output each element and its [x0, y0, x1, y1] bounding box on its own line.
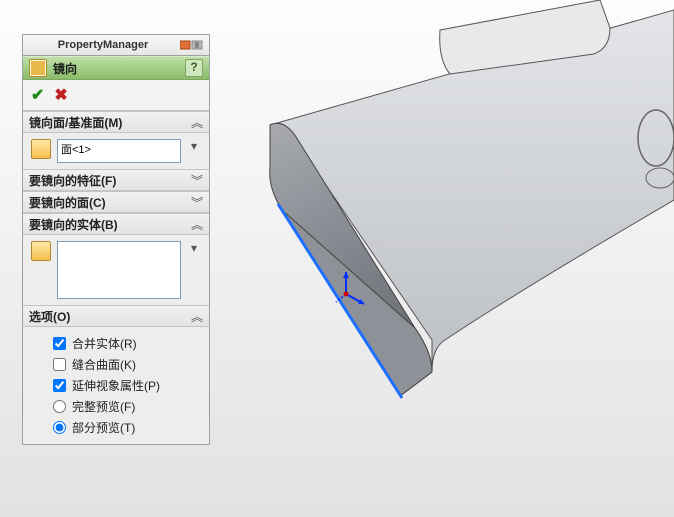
ok-button[interactable]: ✔ — [31, 85, 44, 105]
collapse-icon: ︾ — [191, 194, 203, 211]
selection-item[interactable]: 面<1> — [61, 144, 91, 156]
propagate-visual-checkbox[interactable] — [53, 379, 66, 392]
feature-title: 镜向 — [53, 60, 77, 77]
section-header-bodies[interactable]: 要镜向的实体(B) ︽ — [23, 214, 209, 235]
section-bodies: 要镜向的实体(B) ︽ ▾ — [23, 213, 209, 305]
section-title: 选项(O) — [29, 308, 191, 325]
knit-surfaces-label[interactable]: 缝合曲面(K) — [72, 356, 136, 373]
knit-surfaces-checkbox[interactable] — [53, 358, 66, 371]
section-title: 镜向面/基准面(M) — [29, 114, 191, 131]
merge-solids-label[interactable]: 合并实体(R) — [72, 335, 137, 352]
section-title: 要镜向的特征(F) — [29, 172, 191, 189]
section-title: 要镜向的面(C) — [29, 194, 191, 211]
panel-title: PropertyManager — [27, 39, 179, 51]
expand-selection-icon[interactable]: ▾ — [191, 241, 201, 255]
mirror-feature-icon — [29, 59, 47, 77]
collapse-icon: ︽ — [191, 216, 203, 233]
propagate-visual-label[interactable]: 延伸视象属性(P) — [72, 377, 160, 394]
section-header-faces[interactable]: 要镜向的面(C) ︾ — [23, 192, 209, 213]
section-header-options[interactable]: 选项(O) ︽ — [23, 306, 209, 327]
full-preview-label[interactable]: 完整预览(F) — [72, 398, 135, 415]
body-selector-icon — [31, 241, 51, 261]
section-options: 选项(O) ︽ 合并实体(R) 缝合曲面(K) 延伸视象属性(P) — [23, 305, 209, 444]
bodies-selection-box[interactable] — [57, 241, 181, 299]
section-faces: 要镜向的面(C) ︾ — [23, 191, 209, 213]
mirror-plane-selection-box[interactable]: 面<1> — [57, 139, 181, 163]
expand-selection-icon[interactable]: ▾ — [191, 139, 201, 153]
help-button[interactable]: ? — [185, 59, 203, 77]
section-mirror-plane: 镜向面/基准面(M) ︽ 面<1> ▾ — [23, 111, 209, 169]
full-preview-radio[interactable] — [53, 400, 66, 413]
partial-preview-radio[interactable] — [53, 421, 66, 434]
property-manager-panel: PropertyManager 镜向 ? ✔ ✖ 镜向面/基准面(M) ︽ — [22, 34, 210, 445]
section-header-mirror-plane[interactable]: 镜向面/基准面(M) ︽ — [23, 112, 209, 133]
pin-panel-button[interactable] — [179, 38, 205, 52]
collapse-icon: ︾ — [191, 172, 203, 189]
confirm-bar: ✔ ✖ — [23, 80, 209, 111]
feature-header: 镜向 ? — [23, 56, 209, 80]
panel-title-bar: PropertyManager — [23, 35, 209, 56]
section-title: 要镜向的实体(B) — [29, 216, 191, 233]
cancel-button[interactable]: ✖ — [54, 85, 67, 105]
merge-solids-checkbox[interactable] — [53, 337, 66, 350]
collapse-icon: ︽ — [191, 308, 203, 325]
face-selector-icon — [31, 139, 51, 159]
section-header-features[interactable]: 要镜向的特征(F) ︾ — [23, 170, 209, 191]
partial-preview-label[interactable]: 部分预览(T) — [72, 419, 135, 436]
collapse-icon: ︽ — [191, 114, 203, 131]
section-features: 要镜向的特征(F) ︾ — [23, 169, 209, 191]
